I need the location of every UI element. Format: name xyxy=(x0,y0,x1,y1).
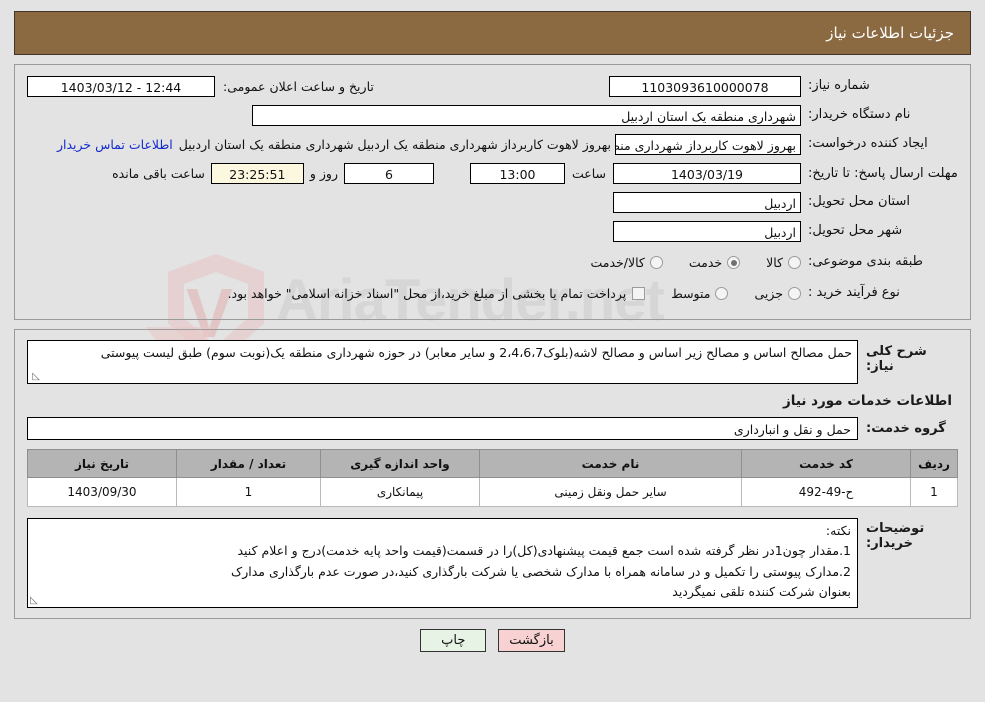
category-option-goods[interactable]: کالا xyxy=(766,255,801,270)
radio-icon[interactable] xyxy=(788,287,801,300)
row-description: شرح کلی نیاز: حمل مصالح اساس و مصالح زیر… xyxy=(27,340,958,384)
city-value: اردبیل xyxy=(613,221,801,242)
page-header: جزئیات اطلاعات نیاز xyxy=(14,11,971,55)
radio-icon[interactable] xyxy=(715,287,729,300)
cell-need-date: 1403/09/30 xyxy=(27,477,177,507)
buyer-note-line: نکته: xyxy=(825,523,851,538)
deadline-label: مهلت ارسال پاسخ: تا تاریخ: xyxy=(808,165,958,181)
category-label: طبقه بندی موضوعی: xyxy=(808,254,924,270)
process-option-medium[interactable]: متوسط xyxy=(671,286,729,301)
announce-label: تاریخ و ساعت اعلان عمومی: xyxy=(223,79,374,94)
buyer-note-line: بعنوان شرکت کننده تلقی نمیگردید xyxy=(672,583,851,599)
cell-row-index: 1 xyxy=(910,477,958,507)
deadline-time-value: 13:00 xyxy=(469,163,565,184)
footer-actions: بازگشت چاپ xyxy=(0,629,985,652)
treasury-note-label: پرداخت تمام یا بخشی از مبلغ خرید،از محل … xyxy=(227,286,627,301)
page-title: جزئیات اطلاعات نیاز xyxy=(826,24,954,42)
buyer-org-label: نام دستگاه خریدار: xyxy=(808,107,911,123)
description-label: شرح کلی نیاز: xyxy=(866,344,927,374)
row-need-number: شماره نیاز: 1103093610000078 تاریخ و ساع… xyxy=(27,74,958,99)
page-root: جزئیات اطلاعات نیاز شماره نیاز: 11030936… xyxy=(0,11,985,652)
province-label: استان محل تحویل: xyxy=(808,194,910,210)
resize-grip-icon[interactable]: ◺ xyxy=(30,372,40,382)
row-city: شهر محل تحویل: اردبیل xyxy=(27,219,958,244)
process-label: نوع فرآیند خرید : xyxy=(808,285,900,301)
services-table: ردیف کد خدمت نام خدمت واحد اندازه گیری ت… xyxy=(27,449,958,507)
cell-unit: پیمانکاری xyxy=(320,477,480,507)
treasury-checkbox[interactable] xyxy=(632,287,646,300)
service-group-label: گروه خدمت: xyxy=(866,421,946,436)
remaining-suffix-label: ساعت باقی مانده xyxy=(112,166,205,181)
province-value: اردبیل xyxy=(613,192,801,213)
category-option-label: کالا xyxy=(766,255,783,270)
process-radio-group: جزیی متوسط xyxy=(645,286,801,301)
need-number-value: 1103093610000078 xyxy=(609,76,801,97)
row-process-type: نوع فرآیند خرید : جزیی متوسط پرداخت تمام… xyxy=(27,281,958,306)
description-text: حمل مصالح اساس و مصالح زیر اساس و مصالح … xyxy=(100,345,852,360)
requester-label: ایجاد کننده درخواست: xyxy=(808,136,928,152)
table-row: 1 ح-49-492 سایر حمل ونقل زمینی پیمانکاری… xyxy=(27,477,958,507)
services-panel: شرح کلی نیاز: حمل مصالح اساس و مصالح زیر… xyxy=(14,329,971,619)
column-header-unit: واحد اندازه گیری xyxy=(320,449,480,478)
buyer-org-value: شهرداری منطقه یک استان اردبیل xyxy=(252,105,801,126)
process-option-label: جزیی xyxy=(754,286,783,301)
need-number-label: شماره نیاز: xyxy=(808,78,870,94)
cell-service-code: ح-49-492 xyxy=(741,477,911,507)
deadline-date-value: 1403/03/19 xyxy=(613,163,801,184)
row-service-group: گروه خدمت: حمل و نقل و انبارداری xyxy=(27,417,958,440)
cell-quantity: 1 xyxy=(176,477,321,507)
requester-overflow-text: بهروز لاهوت کاربرداز شهرداری منطقه یک ار… xyxy=(178,137,611,152)
radio-icon[interactable] xyxy=(727,256,741,269)
requester-value-box: بهروز لاهوت کاربرداز شهرداری منطقه یک ار… xyxy=(615,134,801,155)
announce-cluster: تاریخ و ساعت اعلان عمومی: 1403/03/12 - 1… xyxy=(27,76,381,97)
row-province: استان محل تحویل: اردبیل xyxy=(27,190,958,215)
row-buyer-notes: توضیحات خریدار: نکته: 1.مقدار چون1در نظر… xyxy=(27,518,958,608)
days-remaining-value: 6 xyxy=(343,163,434,184)
radio-icon[interactable] xyxy=(649,256,663,269)
radio-icon[interactable] xyxy=(788,256,801,269)
buyer-note-line: 2.مدارک پیوستی را تکمیل و در سامانه همرا… xyxy=(231,563,851,579)
row-category: طبقه بندی موضوعی: کالا خدمت کالا/خدمت xyxy=(27,250,958,275)
category-option-label: خدمت xyxy=(688,255,723,270)
city-label: شهر محل تحویل: xyxy=(808,223,903,239)
column-header-qty: تعداد / مقدار xyxy=(176,449,321,478)
category-option-goods-service[interactable]: کالا/خدمت xyxy=(590,255,663,270)
service-group-value: حمل و نقل و انبارداری xyxy=(27,417,858,440)
process-option-minor[interactable]: جزیی xyxy=(754,286,801,301)
back-button[interactable]: بازگشت xyxy=(498,629,565,652)
column-header-date: تاریخ نیاز xyxy=(27,449,177,478)
buyer-notes-textarea[interactable]: نکته: 1.مقدار چون1در نظر گرفته شده است ج… xyxy=(27,518,858,608)
cell-service-name: سایر حمل ونقل زمینی xyxy=(479,477,742,507)
buyer-note-line: 1.مقدار چون1در نظر گرفته شده است جمع قیم… xyxy=(237,543,851,559)
category-radio-group: کالا خدمت کالا/خدمت xyxy=(564,255,801,270)
row-buyer-org: نام دستگاه خریدار: شهرداری منطقه یک استا… xyxy=(27,103,958,128)
countdown-timer: 23:25:51 xyxy=(210,163,304,184)
announce-datetime-value: 1403/03/12 - 12:44 xyxy=(27,76,215,97)
table-header-row: ردیف کد خدمت نام خدمت واحد اندازه گیری ت… xyxy=(27,449,958,478)
column-header-name: نام خدمت xyxy=(479,449,742,478)
description-textarea[interactable]: حمل مصالح اساس و مصالح زیر اساس و مصالح … xyxy=(27,340,858,384)
buyer-contact-link[interactable]: اطلاعات تماس خریدار xyxy=(51,137,179,152)
days-word-label: روز و xyxy=(309,166,338,181)
row-deadline: مهلت ارسال پاسخ: تا تاریخ: 1403/03/19 سا… xyxy=(27,161,958,186)
resize-grip-icon[interactable]: ◺ xyxy=(30,596,38,606)
deadline-hour-label: ساعت xyxy=(571,166,606,181)
need-info-panel: شماره نیاز: 1103093610000078 تاریخ و ساع… xyxy=(14,64,971,320)
process-option-label: متوسط xyxy=(671,286,711,301)
services-section-heading: اطلاعات خدمات مورد نیاز xyxy=(782,393,952,409)
column-header-code: کد خدمت xyxy=(741,449,911,478)
category-option-service[interactable]: خدمت xyxy=(688,255,741,270)
buyer-notes-label: توضیحات خریدار: xyxy=(866,521,925,551)
row-requester: ایجاد کننده درخواست: بهروز لاهوت کاربردا… xyxy=(27,132,958,157)
print-button[interactable]: چاپ xyxy=(420,629,487,652)
category-option-label: کالا/خدمت xyxy=(590,255,645,270)
column-header-row: ردیف xyxy=(910,449,958,478)
